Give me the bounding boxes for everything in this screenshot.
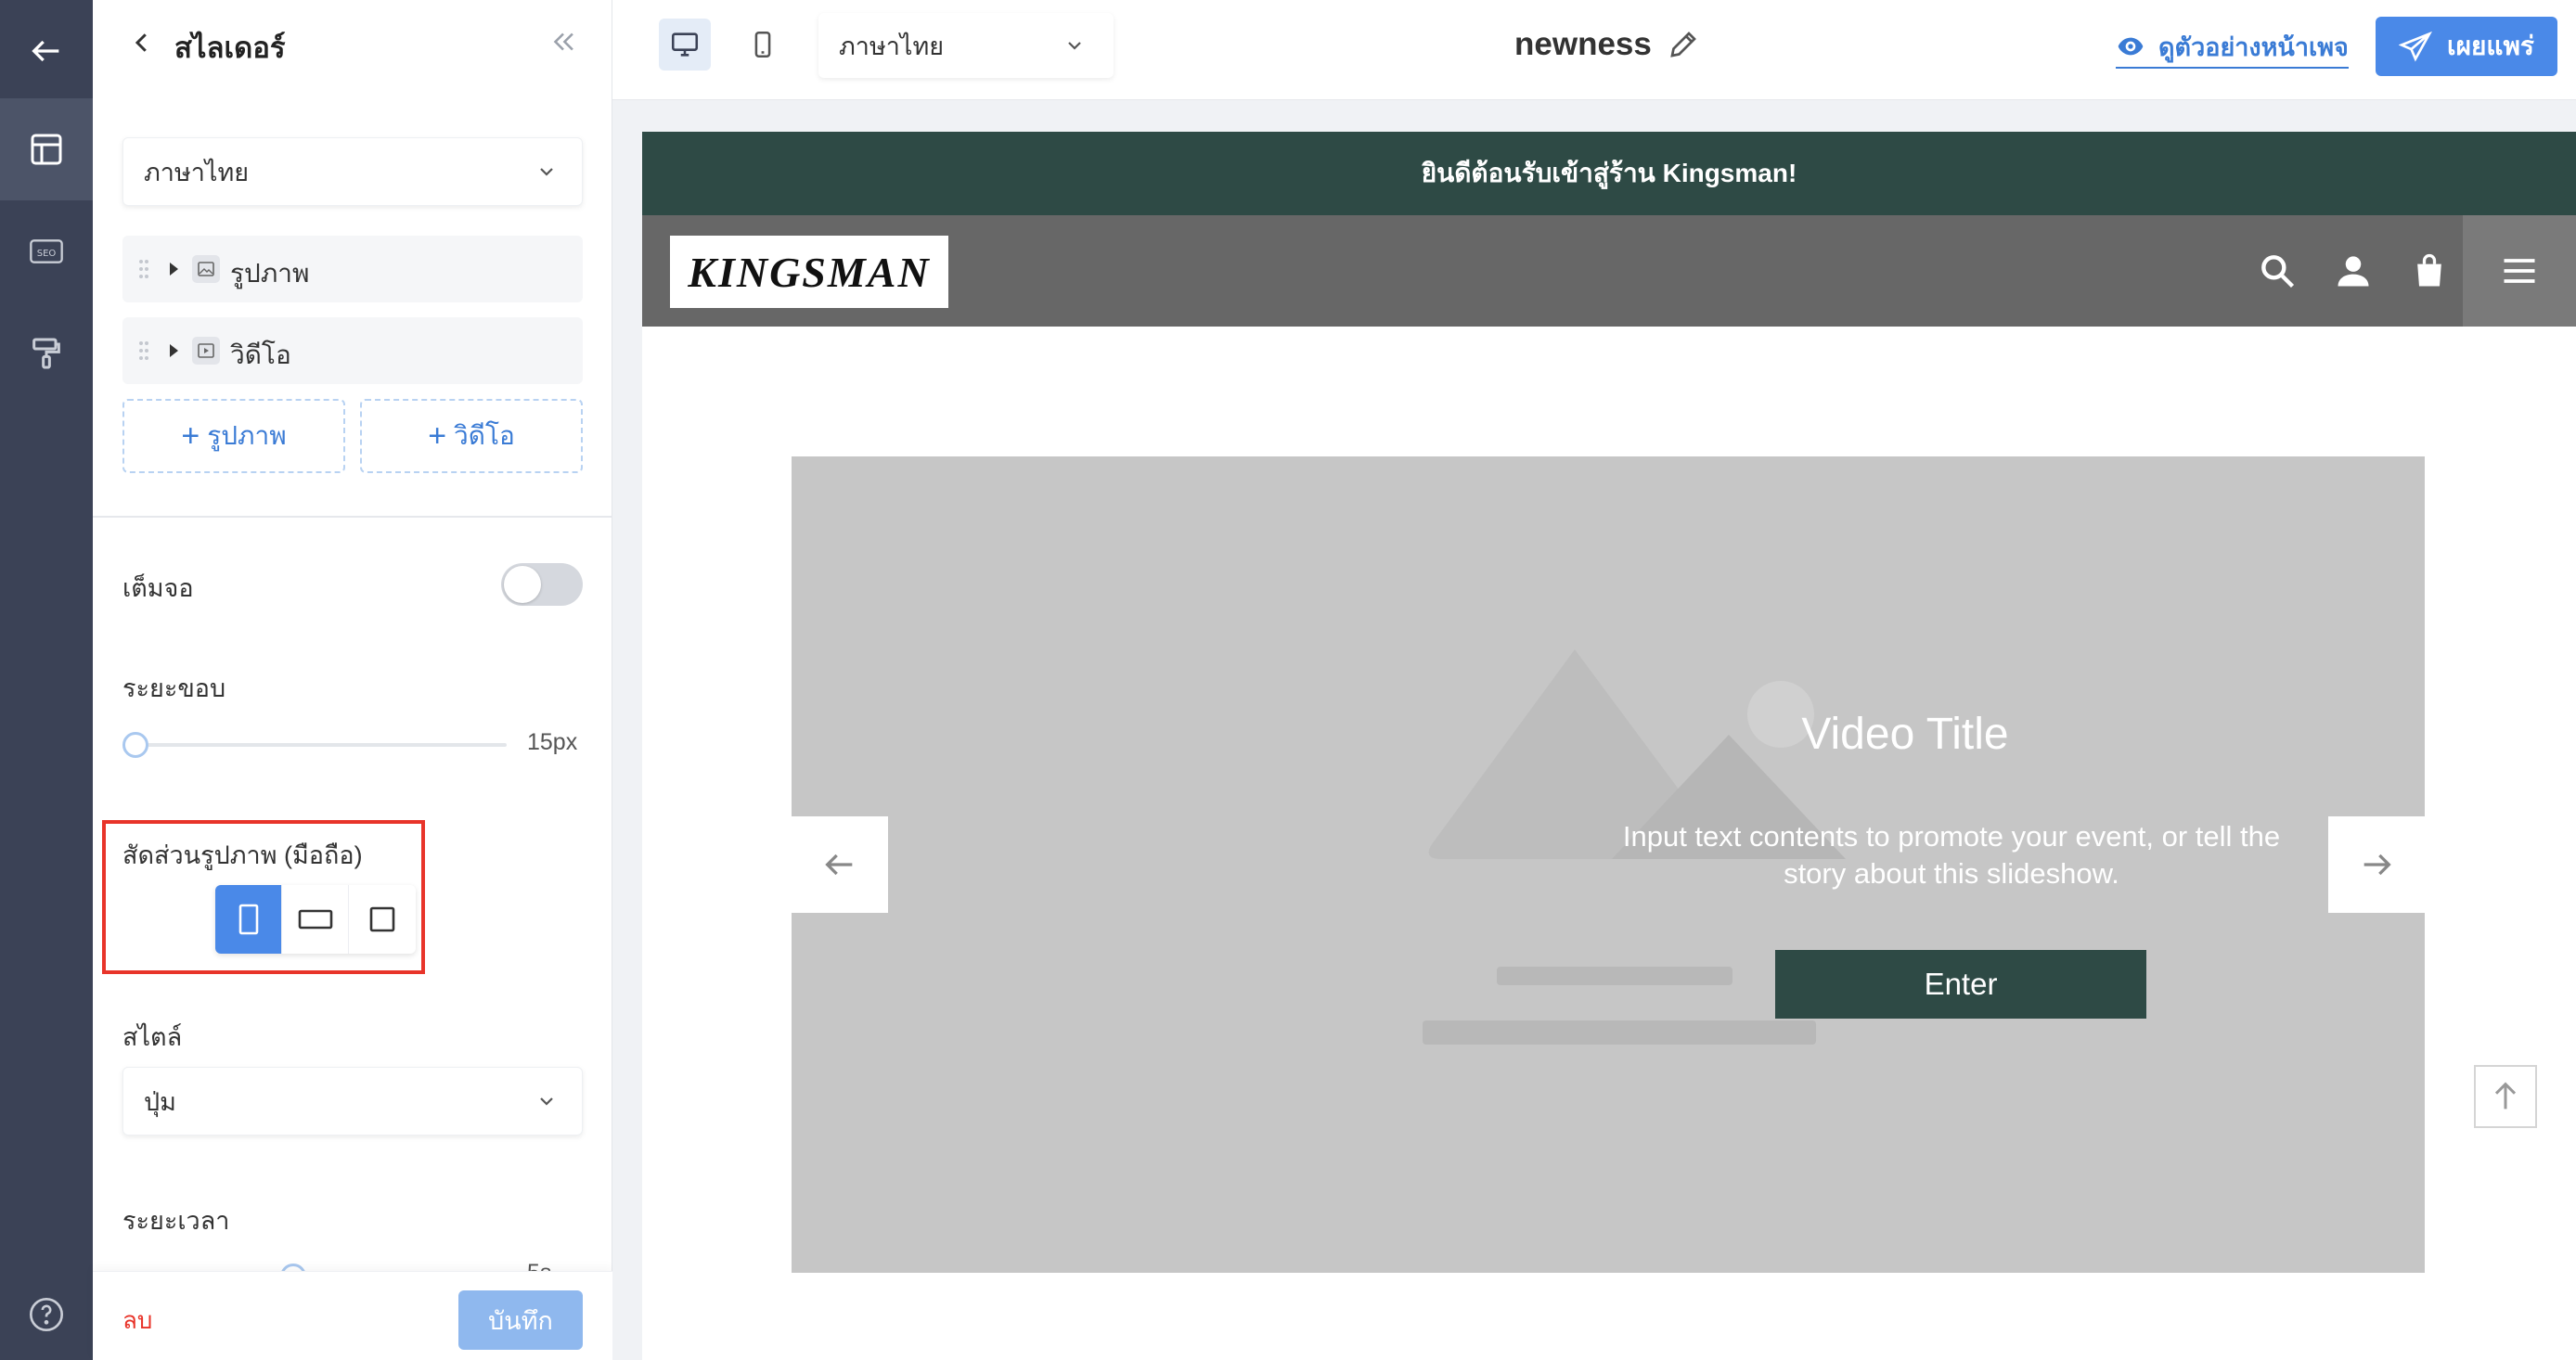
save-button[interactable]: บันทึก [458,1290,583,1350]
preview-link[interactable]: ดูตัวอย่างหน้าเพจ [2116,28,2349,69]
help-button[interactable] [0,1264,93,1360]
publish-button[interactable]: เผยแพร่ [2376,17,2557,76]
padding-slider-track[interactable] [132,743,507,747]
rail-seo-button[interactable]: SEO [0,200,93,302]
arrow-right-icon [2363,853,2391,876]
site-preview: ยินดีต้อนรับเข้าสู่ร้าน Kingsman! KINGSM… [642,132,2576,1360]
announcement-bar[interactable]: ยินดีต้อนรับเข้าสู่ร้าน Kingsman! [642,132,2576,215]
back-button[interactable] [0,0,93,102]
paint-roller-icon [32,338,60,369]
add-image-button[interactable]: + รูปภาพ [122,399,345,473]
arrow-up-icon [2494,1082,2517,1110]
padding-value: 15px [527,729,578,755]
rail-theme-button[interactable] [0,302,93,404]
arrow-left-icon [825,853,853,876]
back-to-top-button[interactable] [2474,1065,2537,1128]
eye-icon [2118,37,2144,56]
panel-title: สไลเดอร์ [174,32,286,64]
duration-value: 5s [527,1260,551,1271]
add-video-label: วิดีโอ [454,421,515,450]
editor-topbar: ภาษาไทย newness ดูตัวอย่างหน้าเพจ เผยแพร… [612,0,2576,100]
seo-icon: SEO [30,239,63,263]
icon-rail: SEO [0,0,93,1360]
fullscreen-toggle[interactable] [501,563,583,606]
chevron-down-icon [1068,42,1081,50]
pencil-icon[interactable] [1667,28,1700,61]
chevron-down-icon [540,1097,553,1106]
arrow-left-icon [32,40,59,62]
slide-text: Input text contents to promote your even… [1622,820,2281,890]
plus-icon: + [428,418,447,454]
tree-item-video[interactable]: วิดีโอ [122,317,583,384]
help-icon [30,1298,63,1331]
panel-language-value: ภาษาไทย [144,158,250,186]
desktop-icon [671,32,699,57]
site-header[interactable]: KINGSMAN [642,215,2576,327]
mobile-view-button[interactable] [737,19,789,71]
toggle-knob [504,566,541,603]
duration-slider-thumb[interactable] [280,1264,306,1271]
chevron-left-icon[interactable] [128,28,156,58]
image-icon [192,255,220,283]
tree-item-label: วิดีโอ [230,340,291,369]
duration-label: ระยะเวลา [122,1207,230,1235]
caret-right-icon[interactable] [167,343,180,358]
search-icon[interactable] [2257,250,2298,291]
panel-header: สไลเดอร์ [93,0,612,85]
collapse-icon[interactable] [547,26,579,58]
slider-slide[interactable]: Video Title Input text contents to promo… [792,456,2425,1273]
caret-right-icon[interactable] [167,262,180,276]
settings-panel: สไลเดอร์ ภาษาไทย รูปภาพ วิดีโอ + รูปภาพ … [93,0,612,1360]
slide-next-button[interactable] [2328,816,2425,913]
publish-label: เผยแพร่ [2447,32,2534,60]
mobile-icon [754,31,771,58]
padding-slider-thumb[interactable] [122,732,148,758]
top-language-select[interactable]: ภาษาไทย [818,13,1114,78]
panel-footer: ลบ บันทึก [93,1271,612,1360]
announcement-text: ยินดีต้อนรับเข้าสู่ร้าน Kingsman! [1421,159,1797,187]
desktop-view-button[interactable] [659,19,711,71]
style-label: สไตล์ [122,1023,183,1051]
plus-icon: + [181,418,200,454]
add-video-button[interactable]: + วิดีโอ [360,399,583,473]
padding-label: ระยะขอบ [122,674,226,702]
layout-icon [31,134,62,165]
hamburger-icon [2504,259,2535,283]
rail-layout-button[interactable] [0,98,93,200]
panel-language-select[interactable]: ภาษาไทย [122,137,583,206]
site-logo[interactable]: KINGSMAN [670,236,948,308]
duration-slider[interactable]: 5s [122,1260,583,1271]
drag-handle-icon[interactable] [137,258,150,280]
style-select[interactable]: ปุ่ม [122,1067,583,1135]
top-language-value: ภาษาไทย [839,32,945,60]
preview-label: ดูตัวอย่างหน้าเพจ [2158,32,2349,61]
svg-text:SEO: SEO [37,249,57,259]
style-value: ปุ่ม [144,1087,176,1116]
highlight-box [102,820,425,974]
page-name: newness [1514,26,1652,62]
menu-button[interactable] [2463,215,2576,327]
tree-item-label: รูปภาพ [230,259,310,288]
editor-canvas: ยินดีต้อนรับเข้าสู่ร้าน Kingsman! KINGSM… [612,100,2576,1360]
drag-handle-icon[interactable] [137,340,150,362]
slide-title: Video Title [1801,710,2009,759]
chevron-down-icon [540,168,553,176]
user-icon[interactable] [2333,250,2374,291]
delete-button[interactable]: ลบ [122,1302,152,1340]
slide-enter-button[interactable]: Enter [1775,950,2146,1019]
slide-prev-button[interactable] [792,816,888,913]
add-image-label: รูปภาพ [207,421,287,450]
fullscreen-label: เต็มจอ [122,574,194,602]
tree-item-image[interactable]: รูปภาพ [122,236,583,302]
video-icon [192,337,220,365]
section-divider [93,516,612,518]
shopping-bag-icon[interactable] [2409,250,2450,291]
paper-plane-icon [2399,31,2433,62]
